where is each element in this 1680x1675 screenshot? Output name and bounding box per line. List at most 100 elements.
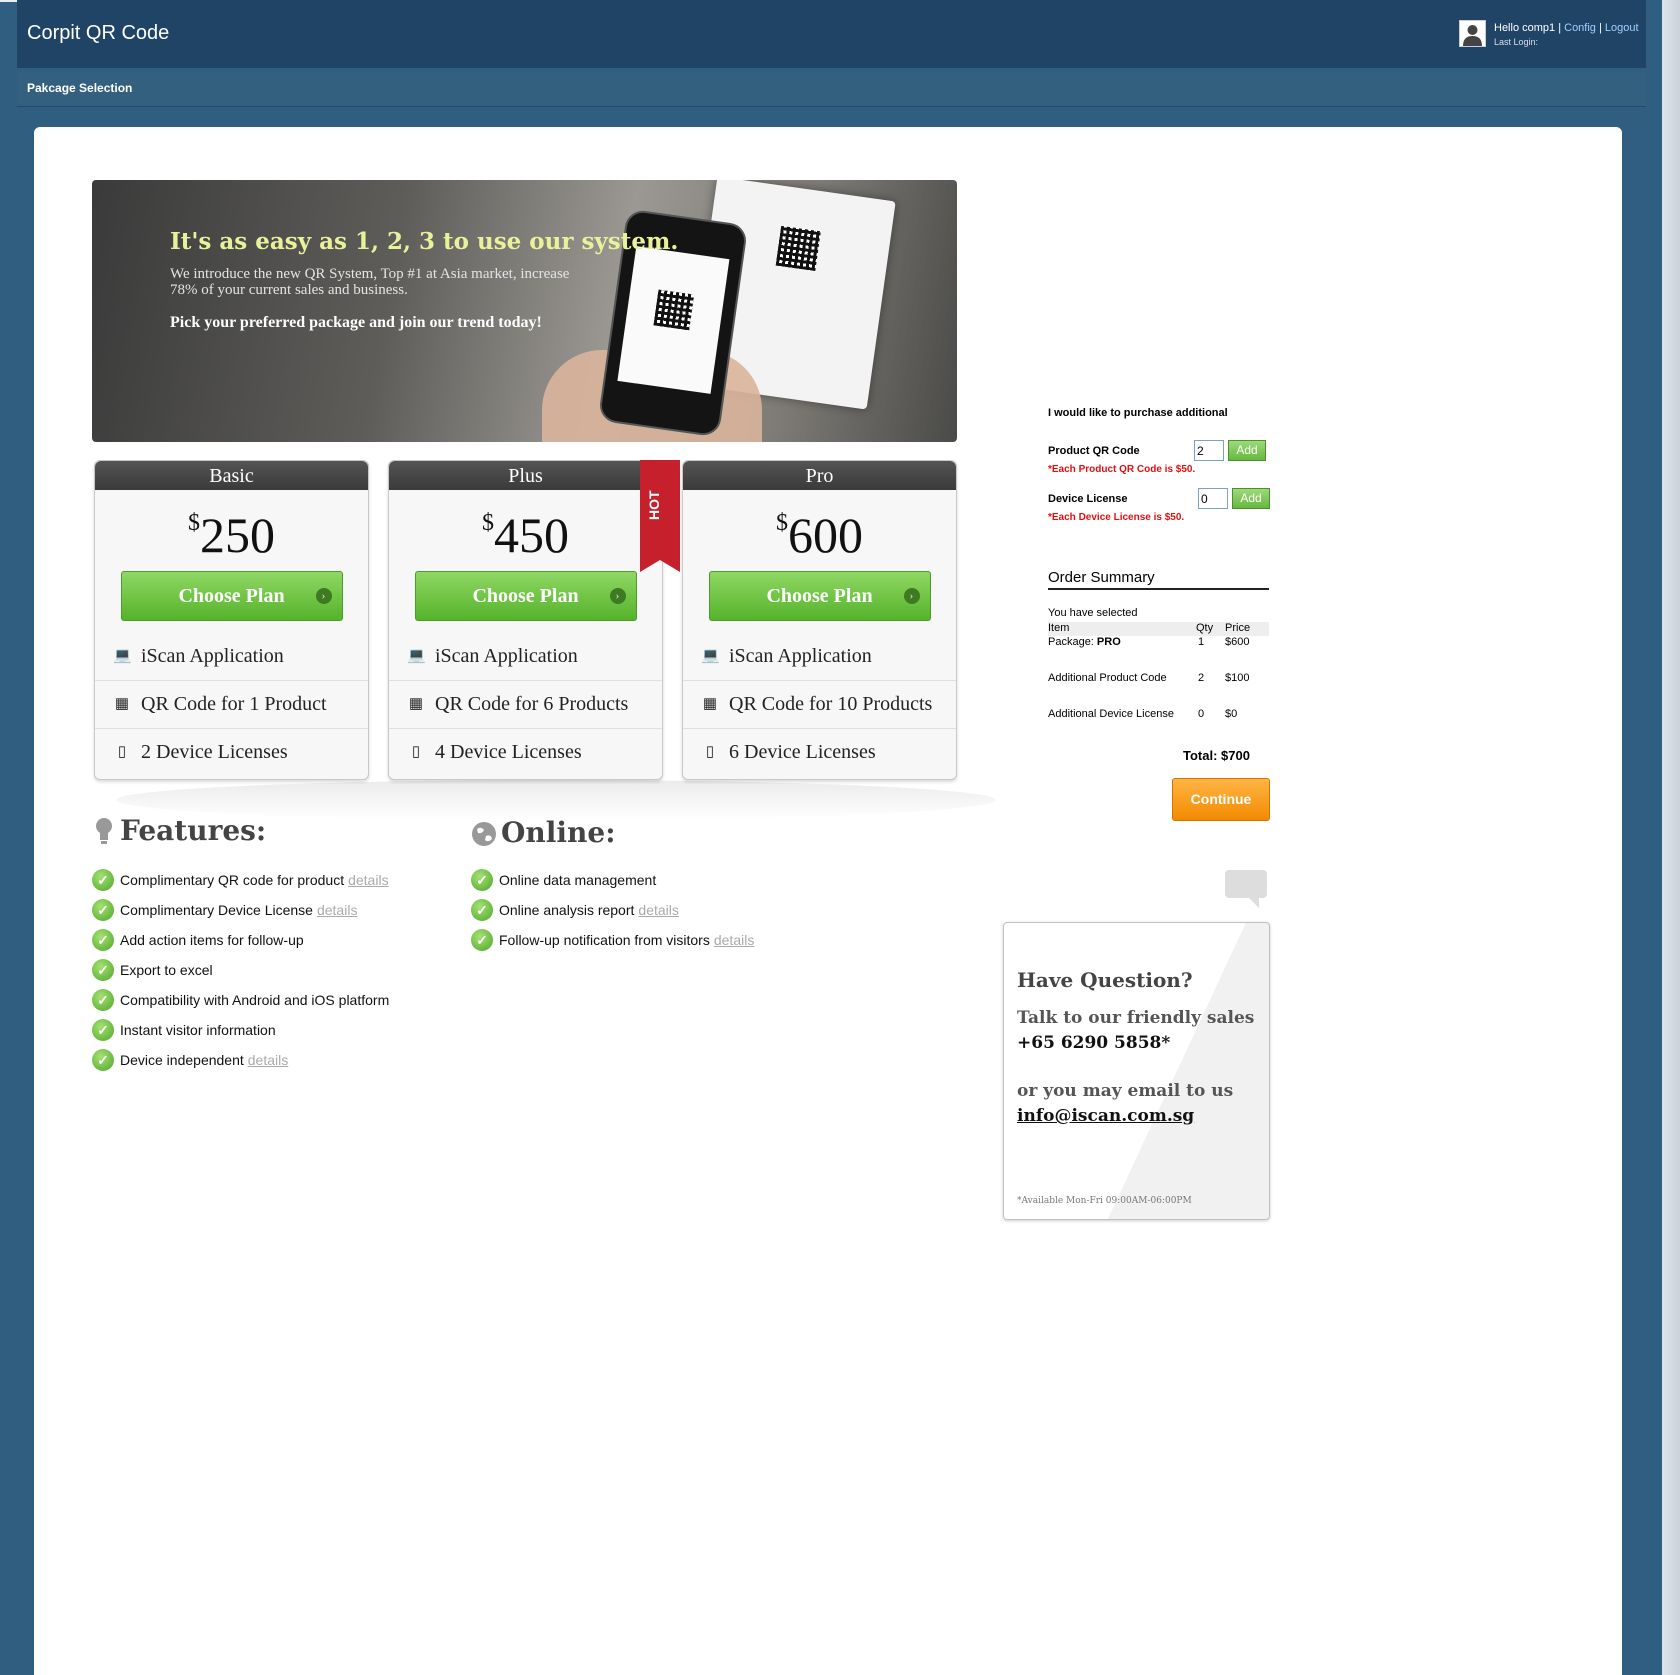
check-icon: ✓ [92, 1019, 114, 1041]
logout-link[interactable]: Logout [1605, 22, 1639, 34]
price-cell: $0 [1225, 708, 1238, 720]
price-value: 450 [494, 507, 569, 563]
tablet-icon: ▯ [117, 744, 127, 760]
user-box: Hello comp1 | Config | Logout Last Login… [1494, 22, 1639, 47]
currency-symbol: $ [188, 510, 200, 536]
laptop-icon: 💻 [407, 648, 426, 664]
add-product-qr-button[interactable]: Add [1228, 440, 1266, 461]
device-license-quantity-input[interactable] [1198, 488, 1228, 509]
product-qr-label: Product QR Code [1048, 445, 1140, 457]
config-link[interactable]: Config [1564, 22, 1596, 34]
qr-graphic [775, 225, 821, 272]
main-panel: It's as easy as 1, 2, 3 to use our syste… [34, 127, 1622, 1675]
feature-text: Online analysis report [499, 902, 635, 918]
selection-caption: You have selected [1048, 607, 1138, 619]
window-scrollbar[interactable] [1662, 0, 1680, 1675]
contact-email-link[interactable]: info@iscan.com.sg [1017, 1106, 1194, 1126]
speech-bubble-icon [1225, 870, 1267, 908]
list-item: ✓ Device independent details [92, 1049, 389, 1079]
choose-plan-basic-button[interactable]: Choose Plan › [120, 571, 343, 621]
order-summary-title: Order Summary [1048, 569, 1155, 586]
banner-text: We introduce the new QR System, Top #1 a… [170, 266, 570, 298]
plan-feature: ▯ 6 Device Licenses [683, 728, 956, 776]
feature-text: Device independent [120, 1052, 244, 1068]
plan-feature: ▦ QR Code for 1 Product [95, 680, 368, 728]
hot-ribbon: HOT [640, 460, 680, 572]
choose-plan-pro-button[interactable]: Choose Plan › [708, 571, 931, 621]
tablet-icon: ▯ [411, 744, 421, 760]
check-icon: ✓ [92, 869, 114, 891]
features-title: Features: [120, 814, 267, 847]
feature-text: Instant visitor information [120, 1022, 276, 1038]
check-icon: ✓ [471, 899, 493, 921]
check-icon: ✓ [92, 929, 114, 951]
list-item: ✓ Export to excel [92, 959, 389, 989]
feature-text: QR Code for 6 Products [435, 693, 629, 715]
product-qr-quantity-input[interactable] [1194, 440, 1224, 461]
feature-text: 6 Device Licenses [729, 741, 876, 763]
list-item: ✓ Online analysis report details [471, 899, 754, 929]
last-login: Last Login: [1494, 37, 1539, 47]
check-icon: ✓ [92, 989, 114, 1011]
details-link[interactable]: details [714, 932, 754, 948]
plan-price: $450 [389, 506, 662, 564]
col-qty: Qty [1196, 622, 1214, 634]
col-price: Price [1225, 622, 1251, 634]
choose-plan-plus-button[interactable]: Choose Plan › [414, 571, 637, 621]
plan-feature: ▦ QR Code for 10 Products [683, 680, 956, 728]
ribbon-label: HOT [646, 490, 662, 520]
currency-symbol: $ [482, 510, 494, 536]
item-cell: Additional Device License [1048, 708, 1174, 720]
qr-card-icon: ▦ [408, 696, 424, 712]
arrow-right-icon: › [315, 588, 332, 604]
product-qr-note: *Each Product QR Code is $50. [1048, 464, 1196, 475]
feature-text: Compatibility with Android and iOS platf… [120, 992, 390, 1008]
user-avatar-icon [1459, 20, 1486, 47]
item-cell: Additional Product Code [1048, 672, 1167, 684]
page-title: Pakcage Selection [27, 81, 133, 95]
currency-symbol: $ [776, 510, 788, 536]
feature-text: iScan Application [435, 645, 578, 667]
features-list: ✓ Complimentary QR code for product detail… [92, 869, 389, 1079]
continue-button[interactable]: Continue [1172, 778, 1270, 821]
plan-feature: 💻 iScan Application [389, 633, 662, 680]
plan-feature: ▯ 2 Device Licenses [95, 728, 368, 776]
qr-card-icon: ▦ [702, 696, 718, 712]
details-link[interactable]: details [638, 902, 678, 918]
feature-text: QR Code for 1 Product [141, 693, 327, 715]
banner-cta: Pick your preferred package and join our… [170, 314, 542, 331]
list-item: ✓ Add action items for follow-up [92, 929, 389, 959]
check-icon: ✓ [471, 929, 493, 951]
plan-card-plus: Plus $450 Choose Plan › 💻 iScan Applicatio… [388, 460, 663, 780]
lightbulb-icon [96, 818, 112, 844]
package-prefix: Package: [1048, 636, 1097, 648]
table-row: Package: PRO 1 $600 [1048, 636, 1269, 672]
price-cell: $100 [1225, 672, 1250, 684]
order-total: Total: $700 [1183, 748, 1250, 763]
contact-line1: Talk to our friendly sales [1017, 1008, 1255, 1028]
feature-text: 4 Device Licenses [435, 741, 582, 763]
check-icon: ✓ [92, 959, 114, 981]
details-link[interactable]: details [317, 902, 357, 918]
contact-title: Have Question? [1017, 968, 1193, 992]
add-device-license-button[interactable]: Add [1232, 488, 1270, 509]
device-license-label: Device License [1048, 493, 1128, 505]
details-link[interactable]: details [248, 1052, 288, 1068]
contact-line2: or you may email to us [1017, 1081, 1234, 1101]
additional-title: I would like to purchase additional [1048, 407, 1228, 419]
app-header: Corpit QR Code Hello comp1 | Config | Lo… [17, 0, 1646, 68]
arrow-right-icon: › [903, 588, 920, 604]
feature-text: iScan Application [729, 645, 872, 667]
button-label: Choose Plan [472, 585, 579, 607]
button-label: Choose Plan [766, 585, 873, 607]
qr-card-icon: ▦ [114, 696, 130, 712]
table-row: Additional Device License 0 $0 [1048, 708, 1269, 724]
details-link[interactable]: details [348, 872, 388, 888]
arrow-right-icon: › [609, 588, 626, 604]
divider [1048, 588, 1269, 590]
plan-feature: 💻 iScan Application [683, 633, 956, 680]
list-item: ✓ Follow-up notification from visitors det… [471, 929, 754, 959]
laptop-icon: 💻 [701, 648, 720, 664]
list-item: ✓ Complimentary QR code for product detail… [92, 869, 389, 899]
feature-text: QR Code for 10 Products [729, 693, 933, 715]
